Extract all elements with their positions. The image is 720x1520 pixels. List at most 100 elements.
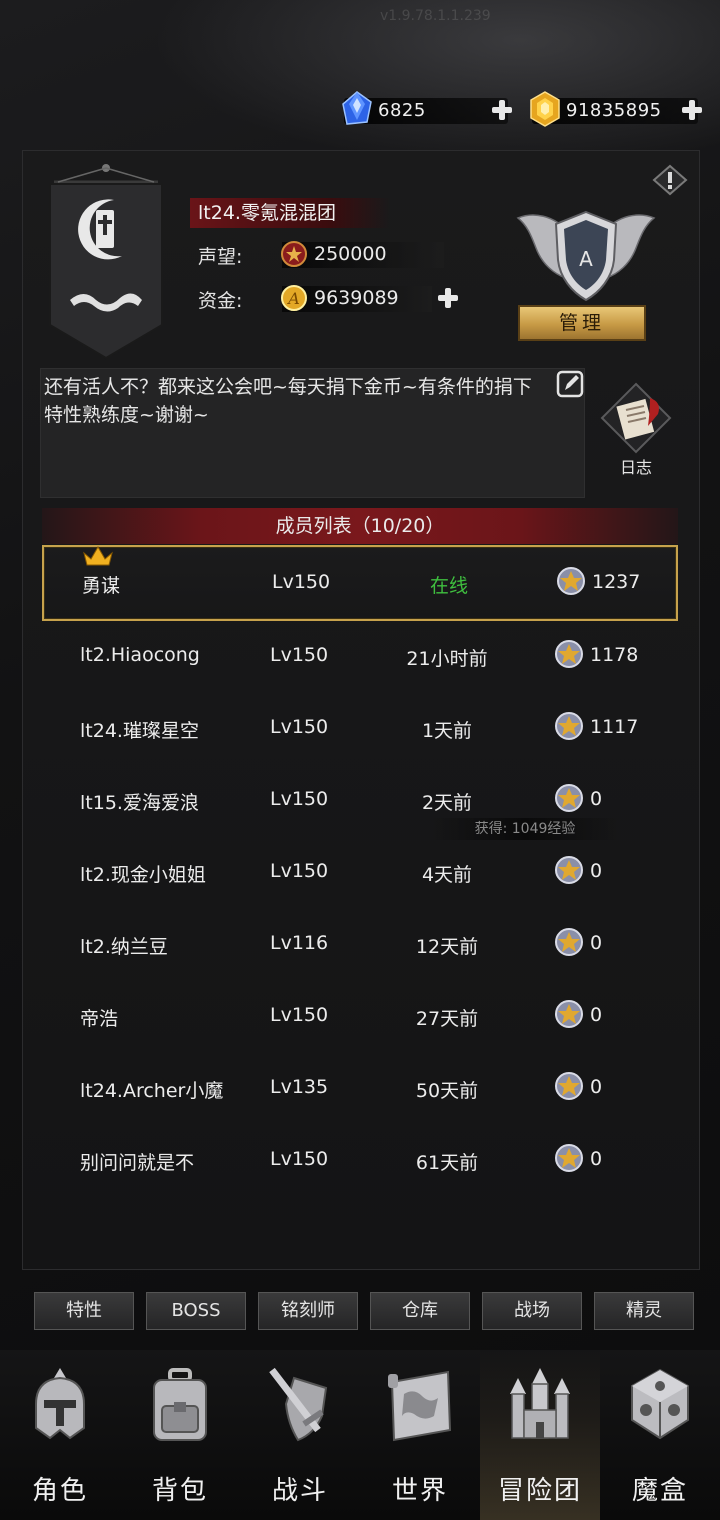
sword-shield-icon (269, 1367, 328, 1442)
battlefield-button[interactable]: 战场 (482, 1292, 582, 1330)
member-status: 2天前 (421, 792, 473, 814)
funds-box: A 9639089 (281, 285, 432, 312)
member-name: 别问问就是不 (80, 1152, 195, 1174)
member-name: lt15.爱海爱浪 (80, 792, 199, 814)
helmet-icon (35, 1368, 85, 1440)
member-name: 帝浩 (80, 1008, 119, 1030)
member-level: Lv150 (270, 788, 329, 810)
engraver-button[interactable]: 铭刻师 (258, 1292, 358, 1330)
warehouse-button[interactable]: 仓库 (370, 1292, 470, 1330)
member-level: Lv150 (270, 860, 329, 882)
member-status: 21小时前 (406, 648, 488, 670)
gem-count: 6825 (378, 100, 426, 121)
member-name: 勇谋 (82, 575, 121, 597)
traits-button[interactable]: 特性 (34, 1292, 134, 1330)
contribution-star-icon (555, 784, 583, 812)
member-status: 50天前 (415, 1080, 479, 1102)
nav-adventure-group-label: 冒险团 (497, 1476, 582, 1506)
reputation-value: 250000 (314, 243, 387, 265)
guild-rank-emblem-icon: A (516, 210, 656, 302)
rank-letter: A (579, 247, 593, 271)
spirit-button[interactable]: 精灵 (594, 1292, 694, 1330)
member-contribution: 1117 (590, 716, 639, 738)
member-name: lt2.现金小姐姐 (80, 864, 206, 886)
version-text: v1.9.78.1.1.239 (380, 8, 491, 24)
member-contribution: 0 (590, 788, 603, 810)
nav-world[interactable]: 世界 (360, 1350, 480, 1520)
member-name: lt2.纳兰豆 (80, 936, 168, 958)
contribution-star-icon (555, 1072, 583, 1100)
nav-magic-box[interactable]: 魔盒 (600, 1350, 720, 1520)
add-funds-button[interactable] (436, 286, 460, 310)
member-level: Lv150 (270, 1148, 329, 1170)
gold-gem-icon (530, 91, 560, 127)
member-contribution: 0 (590, 860, 603, 882)
gold-currency: 91835895 (530, 91, 702, 127)
gold-coin-icon: A (281, 285, 307, 311)
contribution-star-icon (557, 567, 585, 595)
contribution-star-icon (555, 856, 583, 884)
member-name: lt24.Archer小魔 (80, 1080, 224, 1102)
blue-gem-icon (342, 91, 372, 125)
funds-value: 9639089 (314, 287, 399, 309)
member-row[interactable]: 别问问就是不 Lv150 61天前 0 (42, 1124, 678, 1196)
contribution-star-icon (555, 928, 583, 956)
reputation-label: 声望: (198, 246, 243, 268)
member-level: Lv150 (270, 644, 329, 666)
member-row[interactable]: lt24.Archer小魔 Lv135 50天前 0 (42, 1052, 678, 1124)
map-icon (388, 1370, 452, 1442)
svg-text:A: A (286, 289, 300, 308)
member-contribution: 1237 (592, 571, 641, 593)
nav-character-label: 角色 (31, 1476, 88, 1506)
member-row[interactable]: lt2.纳兰豆 Lv116 12天前 0 (42, 908, 678, 980)
info-icon[interactable] (652, 164, 688, 196)
member-level: Lv135 (270, 1076, 329, 1098)
member-status: 4天前 (421, 864, 473, 886)
nav-battle[interactable]: 战斗 (240, 1350, 360, 1520)
member-row[interactable]: 帝浩 Lv150 27天前 0 (42, 980, 678, 1052)
guild-notice: 还有活人不？都来这公会吧~每天捐下金币~有条件的捐下特性熟练度~谢谢~ (40, 368, 585, 498)
member-row[interactable]: lt2.Hiaocong Lv150 21小时前 1178 (42, 620, 678, 692)
manage-button[interactable]: 管理 (518, 305, 646, 341)
member-contribution: 0 (590, 1004, 603, 1026)
member-status: 12天前 (415, 936, 479, 958)
member-row[interactable]: lt2.现金小姐姐 Lv150 4天前 0 (42, 836, 678, 908)
guild-name: lt24.零氪混混团 (190, 198, 390, 228)
member-level: Lv116 (270, 932, 329, 954)
add-gems-button[interactable] (490, 98, 514, 122)
nav-world-label: 世界 (391, 1476, 448, 1506)
nav-backpack[interactable]: 背包 (120, 1350, 240, 1520)
member-row[interactable]: lt24.璀璨星空 Lv150 1天前 1117 (42, 692, 678, 764)
reputation-box: 250000 (281, 241, 444, 268)
gem-currency: 6825 (342, 91, 512, 125)
guild-banner-icon (49, 164, 163, 360)
member-status: 27天前 (415, 1008, 479, 1030)
nav-adventure-group[interactable]: 冒险团 (480, 1350, 600, 1520)
member-name: lt2.Hiaocong (80, 644, 200, 666)
funds-label: 资金: (198, 290, 243, 312)
contribution-star-icon (555, 712, 583, 740)
cube-icon (631, 1368, 689, 1440)
add-gold-button[interactable] (680, 98, 704, 122)
member-name: lt24.璀璨星空 (80, 720, 199, 742)
nav-magic-box-label: 魔盒 (631, 1476, 688, 1506)
member-level: Lv150 (270, 1004, 329, 1026)
bottom-nav: 角色 背包 战斗 世界 冒险团 魔盒 (0, 1350, 720, 1520)
nav-backpack-label: 背包 (151, 1476, 208, 1506)
member-list-header: 成员列表（10/20） (42, 508, 678, 544)
member-row-self[interactable]: 勇谋 Lv150 在线 1237 (42, 545, 678, 621)
boss-button[interactable]: BOSS (146, 1292, 246, 1330)
contribution-star-icon (555, 1000, 583, 1028)
nav-battle-label: 战斗 (271, 1476, 328, 1506)
gold-count: 91835895 (566, 100, 662, 121)
nav-character[interactable]: 角色 (0, 1350, 120, 1520)
member-level: Lv150 (272, 571, 331, 593)
member-status: 61天前 (415, 1152, 479, 1174)
member-status: 在线 (429, 575, 468, 597)
edit-notice-icon[interactable] (556, 370, 584, 398)
crown-icon (83, 546, 113, 566)
backpack-icon (153, 1368, 207, 1441)
member-contribution: 0 (590, 932, 603, 954)
log-label: 日志 (619, 458, 652, 477)
member-level: Lv150 (270, 716, 329, 738)
